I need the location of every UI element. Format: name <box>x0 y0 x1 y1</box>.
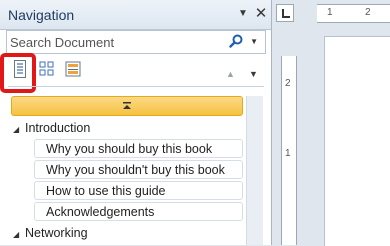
tab-browse-results[interactable] <box>63 61 83 81</box>
subheading-item[interactable]: How to use this guide <box>34 181 243 200</box>
collapse-all-bar[interactable] <box>11 96 243 116</box>
tab-browse-pages[interactable] <box>37 61 57 81</box>
subheading-label: How to use this guide <box>46 184 166 198</box>
collapse-up-icon <box>122 97 132 115</box>
subheading-item[interactable]: Acknowledgements <box>34 202 243 221</box>
vertical-scrollbar[interactable] <box>246 96 263 245</box>
browse-tabs <box>8 59 258 83</box>
thumbnails-icon <box>39 61 55 82</box>
heading-item[interactable]: ◢ Networking <box>13 226 88 240</box>
next-result-button[interactable]: ▼ <box>249 69 258 79</box>
search-options-icon[interactable]: ▼ <box>250 37 258 46</box>
close-icon: ✕ <box>254 5 268 22</box>
previous-result-button[interactable]: ▲ <box>226 69 235 79</box>
pane-title: Navigation <box>8 7 75 23</box>
subheading-label: Why you should buy this book <box>46 142 213 156</box>
expanded-triangle-icon[interactable]: ◢ <box>13 125 25 134</box>
expanded-triangle-icon[interactable]: ◢ <box>13 230 25 239</box>
chevron-down-icon: ▼ <box>238 7 248 19</box>
horizontal-ruler[interactable]: 1 2 <box>317 4 390 23</box>
navigation-pane: Navigation ▼ ✕ Search Document ▼ ▲ ▼ ◢ I… <box>0 0 272 245</box>
search-placeholder: Search Document <box>10 35 115 50</box>
magnifier-icon[interactable] <box>229 34 243 53</box>
pane-header: Navigation ▼ ✕ <box>0 0 271 30</box>
subheading-label: Acknowledgements <box>46 205 155 219</box>
ruler-mark: 2 <box>365 7 371 18</box>
search-field[interactable]: Search Document ▼ <box>6 30 266 54</box>
vertical-ruler[interactable]: 2 1 <box>281 56 297 245</box>
document-page[interactable] <box>324 36 390 246</box>
subheading-item[interactable]: Why you should buy this book <box>34 139 243 158</box>
ruler-mark: 2 <box>285 78 291 89</box>
heading-label: Networking <box>25 226 88 240</box>
headings-page-icon <box>14 59 26 83</box>
divider <box>8 86 264 87</box>
subheading-label: Why you shouldn't buy this book <box>46 163 225 177</box>
pane-options-button[interactable]: ▼ <box>236 6 250 20</box>
triangle-down-icon: ▼ <box>249 69 258 79</box>
tab-browse-headings[interactable] <box>10 59 30 83</box>
tab-selector-button[interactable] <box>276 4 294 22</box>
triangle-up-icon: ▲ <box>226 69 235 79</box>
results-icon <box>65 61 81 82</box>
ruler-mark: 1 <box>327 7 333 18</box>
heading-item[interactable]: ◢ Introduction <box>13 121 90 135</box>
ruler-mark: 1 <box>285 148 291 159</box>
heading-label: Introduction <box>25 121 91 135</box>
subheading-item[interactable]: Why you shouldn't buy this book <box>34 160 243 179</box>
close-pane-button[interactable]: ✕ <box>254 5 268 22</box>
